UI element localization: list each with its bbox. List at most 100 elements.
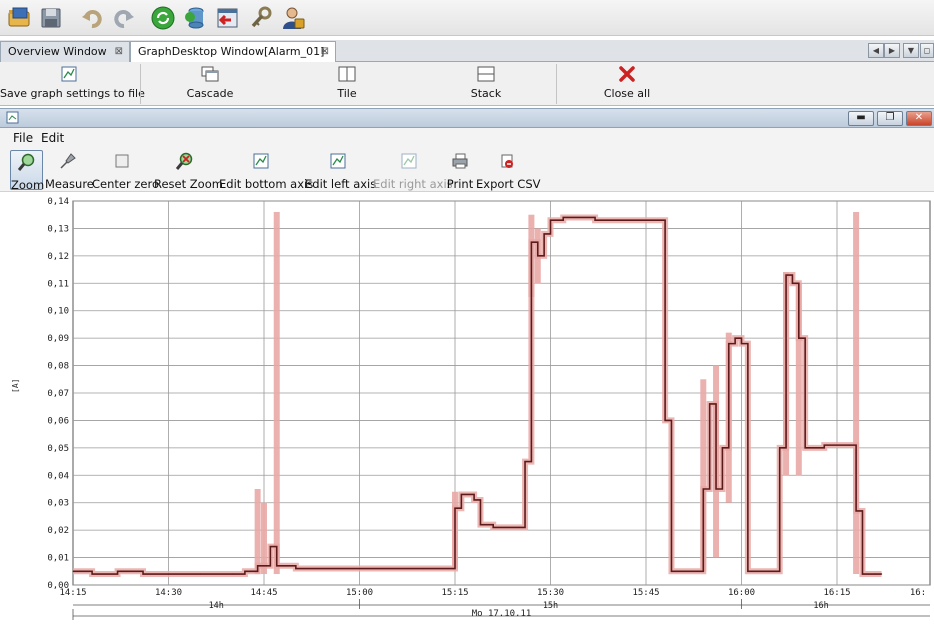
user-settings-icon[interactable] [280,5,306,31]
tab-close-icon[interactable]: ⊠ [115,42,123,62]
database-sync-icon[interactable] [182,5,208,31]
y-tick-label: 0,06 [47,416,69,426]
x-tick-label: 15:45 [632,588,659,598]
refresh-green-icon[interactable] [150,5,176,31]
stack-label: Stack [470,87,502,100]
data-point [358,567,361,570]
data-point [658,219,660,221]
export-csv-icon [498,152,516,170]
y-axis-ticks: 0,000,010,020,030,040,050,060,070,080,09… [47,197,69,591]
tab-label: GraphDesktop Window[Alarm_01] [138,45,325,58]
data-point [779,447,781,449]
graph-file-icon [60,66,78,82]
band-bar [273,211,280,575]
reset-zoom-icon [176,152,194,170]
open-folder-icon[interactable] [6,5,32,31]
data-point [855,510,857,512]
data-point [715,488,717,490]
graph-area[interactable]: 0,00 0,01 0,02 0,03 0,04 0,05 0,06 0,07 0,08 0,09… [0,193,934,629]
hour-label: 15h [543,601,558,611]
x-tick-label: 16: [910,588,926,598]
graph-toolbar: Zoom Measure Center zero Reset Zoom Edit… [0,148,934,192]
measure-label: Measure [45,177,94,191]
edit-left-axis-label: Edit left axis [305,177,377,191]
export-csv-label: Export CSV [476,177,541,191]
center-zero-button[interactable]: Center zero [92,150,159,191]
y-tick-label: 0,09 [47,334,69,344]
data-point [747,570,749,572]
stack-button[interactable]: Stack [436,62,536,106]
close-all-button[interactable]: Close all [577,62,677,106]
inner-minimize-button[interactable]: ▬ [848,111,874,126]
data-point [530,241,533,243]
printer-icon [451,152,469,170]
menu-file[interactable]: File [13,131,33,145]
print-button[interactable]: Print [446,150,474,191]
tab-label: Overview Window [8,45,107,58]
current-chart[interactable]: 0,000,010,020,030,040,050,060,070,080,09… [0,193,934,629]
edit-bottom-axis-button[interactable]: Edit bottom axis [219,150,313,191]
save-graph-settings-button[interactable]: Save graph settings to file [0,62,145,106]
data-point [849,444,851,446]
inner-restore-button[interactable]: ❐ [877,111,903,126]
data-point [142,573,144,575]
tab-menu-button[interactable]: ▼ [903,43,919,58]
zoom-button[interactable]: Zoom [10,150,44,192]
export-csv-button[interactable]: Export CSV [476,150,541,191]
y-tick-label: 0,12 [47,252,69,262]
close-all-label: Close all [603,87,651,100]
x-tick-label: 15:00 [346,588,373,598]
save-graph-settings-label: Save graph settings to file [0,87,145,100]
redo-icon[interactable] [110,5,136,31]
y-tick-label: 0,03 [47,499,69,509]
print-label: Print [446,177,474,191]
tab-restore-button[interactable]: ◻ [920,43,934,58]
tab-graphdesktop-window[interactable]: GraphDesktop Window[Alarm_01] ⊠ [130,41,336,63]
edit-left-axis-button[interactable]: Edit left axis [305,150,377,191]
tab-prev-button[interactable]: ◀ [868,43,884,58]
undo-icon[interactable] [80,5,106,31]
data-point [537,255,539,257]
series-line [73,216,882,575]
stack-icon [477,66,495,82]
y-tick-label: 0,08 [47,362,69,372]
window-action-bar: Save graph settings to file Cascade Tile… [0,62,934,106]
edit-right-axis-button: Edit right axis [373,150,453,191]
measure-button[interactable]: Measure [45,150,94,191]
cascade-label: Cascade [186,87,234,100]
data-point [543,233,545,235]
graph-window-icon [6,111,19,124]
data-point [734,337,736,339]
inner-close-button[interactable]: ✕ [906,111,932,126]
data-point [670,570,673,572]
tools-key-icon[interactable] [248,5,274,31]
hour-label: 14h [209,601,224,611]
import-window-icon[interactable] [214,5,240,31]
x-tick-label: 16:00 [728,588,755,598]
tab-overview-window[interactable]: Overview Window ⊠ [0,41,130,62]
data-point [327,567,329,570]
reset-zoom-button[interactable]: Reset Zoom [154,150,223,191]
data-point [116,570,119,572]
data-point [874,573,876,575]
data-point [696,570,698,572]
data-point [257,565,259,567]
band-bar [254,489,261,575]
cascade-icon [201,66,219,82]
action-separator [140,64,141,104]
y-tick-label: 0,10 [47,307,69,317]
data-point [880,573,883,575]
data-point [594,219,596,221]
hour-label: 16h [813,601,828,611]
tab-next-button[interactable]: ▶ [884,43,900,58]
tab-close-icon[interactable]: ⊠ [321,42,329,62]
save-disk-icon[interactable] [38,5,64,31]
tile-label: Tile [337,87,357,100]
x-axis-date-label: Mo 17.10.11 [472,609,532,619]
menu-edit[interactable]: Edit [41,131,64,145]
y-tick-label: 0,07 [47,389,69,399]
cascade-button[interactable]: Cascade [160,62,260,106]
tile-button[interactable]: Tile [297,62,397,106]
data-point [454,507,456,509]
data-point [702,488,704,490]
